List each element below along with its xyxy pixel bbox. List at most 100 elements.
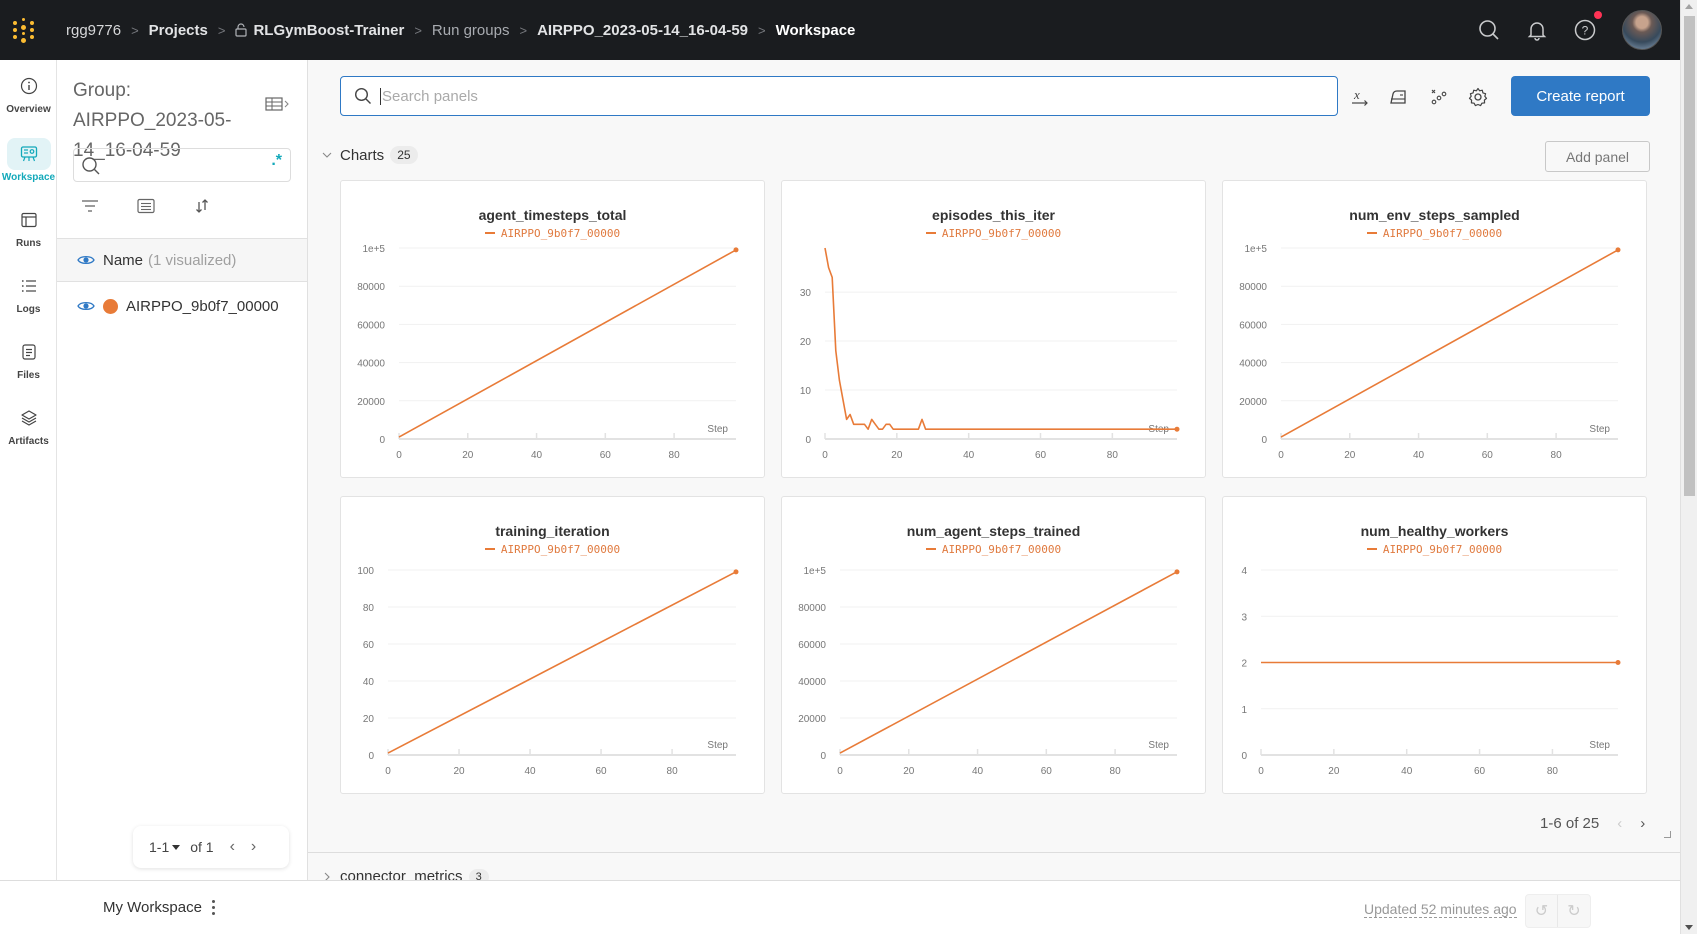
page-range-select[interactable]: 1-1 — [149, 839, 190, 855]
scroll-up-arrow-icon[interactable] — [1685, 4, 1693, 9]
x-tick-label: 80 — [1110, 766, 1122, 777]
add-panel-button[interactable]: Add panel — [1545, 141, 1650, 172]
breadcrumb-projects[interactable]: Projects — [149, 22, 208, 39]
name-column-header[interactable]: Name — [103, 252, 143, 269]
chart-panel[interactable]: num_agent_steps_trained AIRPPO_9b0f7_0000… — [781, 496, 1206, 794]
breadcrumb-separator: > — [131, 22, 139, 38]
scroll-down-arrow-icon[interactable] — [1685, 925, 1693, 930]
y-tick-label: 20000 — [798, 714, 826, 725]
expand-runs-table-icon[interactable] — [265, 96, 291, 112]
scrollbar-thumb[interactable] — [1684, 16, 1695, 496]
x-tick-label: 40 — [963, 450, 975, 461]
series-endpoint — [1615, 247, 1621, 253]
visualized-count: (1 visualized) — [148, 251, 237, 269]
notification-dot — [1594, 11, 1602, 19]
y-tick-label: 10 — [800, 386, 812, 397]
next-page-button[interactable]: › — [251, 838, 256, 856]
run-row[interactable]: AIRPPO_9b0f7_00000 — [57, 292, 307, 320]
run-name[interactable]: AIRPPO_9b0f7_00000 — [126, 298, 279, 315]
y-tick-label: 40000 — [1239, 359, 1267, 370]
series-line — [398, 249, 737, 438]
x-tick-label: 20 — [891, 450, 903, 461]
page-scrollbar[interactable] — [1680, 0, 1697, 934]
nav-workspace[interactable]: Workspace — [0, 138, 57, 183]
list-icon — [21, 280, 36, 292]
x-tick-label: 60 — [1482, 450, 1494, 461]
breadcrumb-run-groups[interactable]: Run groups — [432, 22, 510, 39]
nav-logs[interactable]: Logs — [0, 270, 57, 315]
chart-panel[interactable]: episodes_this_iter AIRPPO_9b0f7_00000 0 10 2… — [781, 180, 1206, 478]
breadcrumb-project[interactable]: RLGymBoost-Trainer — [253, 22, 404, 39]
section-divider — [308, 852, 1680, 853]
breadcrumb-group[interactable]: AIRPPO_2023-05-14_16-04-59 — [537, 22, 748, 39]
y-tick-label: 100 — [357, 566, 374, 577]
nav-label: Runs — [16, 238, 41, 249]
page-total: of 1 — [190, 839, 214, 855]
svg-text:x: x — [1353, 87, 1360, 102]
x-axis-label: Step — [707, 424, 728, 435]
x-tick-label: 40 — [1401, 766, 1413, 777]
nav-artifacts[interactable]: Artifacts — [0, 402, 57, 447]
section-title: Charts — [340, 146, 385, 164]
x-tick-label: 80 — [667, 766, 679, 777]
undo-icon: ↺ — [1534, 903, 1549, 920]
x-axis-label: Step — [1589, 424, 1610, 435]
chart-panel[interactable]: num_env_steps_sampled AIRPPO_9b0f7_00000 0… — [1222, 180, 1647, 478]
wandb-logo-icon[interactable] — [12, 17, 38, 43]
breadcrumb-separator: > — [414, 22, 422, 38]
bell-icon[interactable] — [1526, 19, 1548, 41]
y-tick-label: 3 — [1241, 612, 1247, 623]
y-tick-label: 60000 — [798, 640, 826, 651]
series-line — [1280, 249, 1619, 438]
x-tick-label: 60 — [600, 450, 612, 461]
updated-timestamp[interactable]: Updated 52 minutes ago — [1364, 901, 1517, 918]
lock-open-icon — [235, 23, 248, 37]
help-button[interactable]: ? — [1574, 11, 1602, 41]
search-icon[interactable] — [1478, 19, 1500, 41]
x-tick-label: 20 — [1328, 766, 1340, 777]
breadcrumb-entity[interactable]: rgg9776 — [66, 22, 121, 39]
eye-icon[interactable] — [77, 300, 95, 312]
nav-overview[interactable]: Overview — [0, 70, 57, 115]
charts-section-toggle[interactable]: Charts 25 — [322, 146, 418, 164]
layers-icon — [20, 410, 37, 426]
svg-text:?: ? — [1582, 24, 1589, 38]
breadcrumb-separator: > — [217, 22, 226, 38]
search-icon — [82, 157, 100, 175]
runs-search-input[interactable]: .* — [73, 148, 291, 182]
undo-button[interactable]: ↺ — [1526, 895, 1559, 927]
nav-runs[interactable]: Runs — [0, 204, 57, 249]
smoothing-icon[interactable] — [1388, 86, 1410, 108]
nav-label: Overview — [6, 104, 51, 115]
kebab-menu-icon[interactable] — [210, 900, 216, 916]
undo-redo-group: ↺ ↻ — [1525, 894, 1591, 928]
chart-panel[interactable]: training_iteration AIRPPO_9b0f7_00000 0 20 4… — [340, 496, 765, 794]
eye-icon[interactable] — [77, 254, 95, 266]
group-icon[interactable] — [137, 198, 155, 214]
resize-handle-icon[interactable] — [1664, 831, 1671, 838]
run-color-swatch[interactable] — [103, 298, 118, 314]
regex-toggle[interactable]: .* — [271, 152, 282, 170]
workspace-name[interactable]: My Workspace — [103, 899, 202, 916]
chart-plot: 0 20000 40000 60000 80000 1e+5 0 20 40 60 80 Step — [357, 244, 739, 461]
filter-icon[interactable] — [81, 198, 99, 214]
prev-page-button[interactable]: ‹ — [230, 838, 235, 856]
panel-search-input[interactable] — [380, 87, 1280, 105]
breadcrumb-separator: > — [758, 22, 766, 38]
next-panels-button[interactable]: › — [1640, 815, 1645, 832]
sort-icon[interactable] — [193, 198, 211, 214]
x-axis-settings-icon[interactable]: x — [1349, 86, 1371, 108]
prev-panels-button[interactable]: ‹ — [1617, 815, 1622, 832]
chart-panel[interactable]: num_healthy_workers AIRPPO_9b0f7_00000 0 1 2… — [1222, 496, 1647, 794]
y-tick-label: 60000 — [357, 320, 385, 331]
left-nav-rail: Overview Workspace Runs Logs Files Artif… — [0, 60, 57, 880]
panel-search-field — [340, 76, 1338, 116]
y-tick-label: 0 — [1261, 435, 1267, 446]
chart-panel[interactable]: agent_timesteps_total AIRPPO_9b0f7_00000 0… — [340, 180, 765, 478]
gear-icon[interactable] — [1467, 86, 1489, 108]
outliers-icon[interactable] — [1428, 86, 1450, 108]
create-report-button[interactable]: Create report — [1511, 76, 1650, 116]
redo-button[interactable]: ↻ — [1558, 895, 1590, 927]
avatar[interactable] — [1622, 10, 1662, 50]
nav-files[interactable]: Files — [0, 336, 57, 381]
